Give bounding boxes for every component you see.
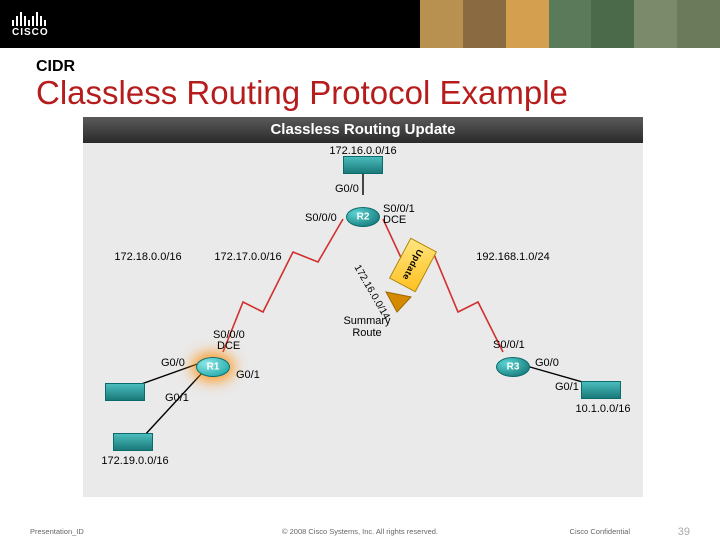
if-r3-s001: S0/0/1 (493, 339, 525, 351)
router-r3-label: R3 (507, 361, 520, 372)
if-r2-dce: DCE (383, 214, 406, 226)
if-r3-g00: G0/0 (535, 357, 559, 369)
slide-body: CIDR Classless Routing Protocol Example … (0, 48, 720, 497)
router-r2-label: R2 (357, 211, 370, 222)
router-r2-icon: R2 (346, 207, 380, 227)
switch-r1-left1 (105, 383, 145, 401)
if-r1-g01-right: G0/1 (236, 369, 260, 381)
net-r2-top: 172.16.0.0/16 (329, 145, 396, 157)
if-r1-g01-left: G0/1 (165, 392, 189, 404)
net-r1-left2: 172.17.0.0/16 (214, 251, 281, 263)
net-r1-bottom: 172.19.0.0/16 (101, 455, 168, 467)
header-bar: CISCO (0, 0, 720, 48)
header-photo-collage (420, 0, 720, 48)
net-r1-left1: 172.18.0.0/16 (114, 251, 181, 263)
topology-lines (83, 117, 643, 497)
if-r2-s000: S0/0/0 (305, 212, 337, 224)
footer-confidential: Cisco Confidential (570, 527, 630, 536)
if-r2-g00: G0/0 (335, 183, 359, 195)
cisco-logo-bars (12, 10, 46, 26)
if-r1-g00: G0/0 (161, 357, 185, 369)
if-r3-g01: G0/1 (555, 381, 579, 393)
update-packet-icon: Update (389, 237, 437, 292)
router-r1-label: R1 (207, 361, 220, 372)
switch-r1-left2 (113, 433, 153, 451)
net-r3-right-top: 192.168.1.0/24 (476, 251, 549, 263)
summary-prefix-label: 172.16.0.0/14 (351, 263, 391, 321)
page-number: 39 (678, 526, 690, 538)
footer: Presentation_ID © 2008 Cisco Systems, In… (0, 527, 720, 536)
slide-title: Classless Routing Protocol Example (36, 76, 690, 111)
diagram-title: Classless Routing Update (270, 121, 455, 138)
cisco-logo: CISCO (12, 10, 49, 38)
net-r3-right: 10.1.0.0/16 (575, 403, 630, 415)
cisco-logo-text: CISCO (12, 27, 49, 38)
router-r3-icon: R3 (496, 357, 530, 377)
switch-r3-right (581, 381, 621, 399)
footer-left: Presentation_ID (30, 527, 84, 536)
update-label: Update (401, 248, 426, 282)
router-r1-icon: R1 (196, 357, 230, 377)
footer-copyright: © 2008 Cisco Systems, Inc. All rights re… (282, 527, 438, 536)
routing-diagram: Classless Routing Update R2 R1 R3 172.16… (83, 117, 643, 497)
if-r1-dce: DCE (217, 340, 240, 352)
switch-top (343, 156, 383, 174)
